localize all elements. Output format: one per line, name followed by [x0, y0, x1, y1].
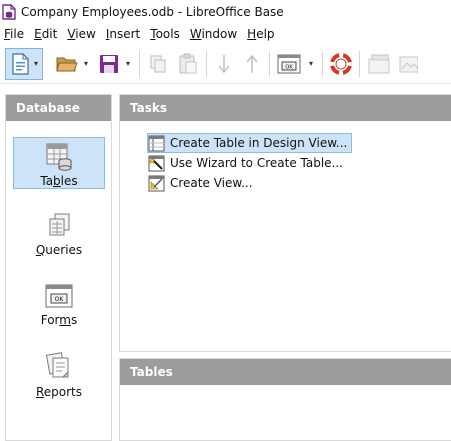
menu-file[interactable]: File: [0, 24, 29, 44]
tasks-panel-header: Tasks: [120, 95, 451, 121]
toolbar-separator: [269, 50, 270, 77]
image-button[interactable]: [398, 48, 418, 80]
window-title: Company Employees.odb - LibreOffice Base: [21, 5, 284, 19]
lifebuoy-icon: [330, 52, 352, 75]
reports-icon: [45, 352, 69, 378]
sidebar-item-tables[interactable]: Tables: [13, 137, 105, 189]
database-panel: Database Tables Queries OK Forms Reports: [5, 94, 112, 441]
tasks-panel: Tasks Create Table in Design View... Use…: [119, 94, 451, 352]
disabled-window-icon: [368, 54, 390, 73]
new-document-button[interactable]: ▾: [5, 47, 43, 80]
sidebar-item-queries[interactable]: Queries: [13, 207, 105, 259]
copy-icon: [150, 55, 166, 72]
svg-text:OK: OK: [55, 296, 65, 303]
forms-icon: OK: [45, 284, 73, 308]
menu-edit[interactable]: Edit: [29, 24, 62, 44]
sidebar-item-queries-label: Queries: [35, 243, 83, 257]
menu-insert[interactable]: Insert: [101, 24, 145, 44]
menu-bar: File Edit View Insert Tools Window Help: [0, 24, 451, 44]
tables-icon: [46, 143, 72, 171]
help-button[interactable]: [329, 48, 353, 80]
sidebar-item-tables-label: Tables: [40, 174, 78, 188]
form-dropdown-icon[interactable]: ▾: [306, 59, 316, 68]
toolbar-separator: [359, 50, 360, 77]
table-view-button[interactable]: [366, 48, 392, 80]
menu-view[interactable]: View: [62, 24, 100, 44]
sort-up-arrow-icon: [246, 54, 258, 73]
svg-text:OK: OK: [285, 64, 293, 70]
open-button[interactable]: [55, 48, 79, 80]
save-button[interactable]: [97, 48, 121, 80]
libreoffice-base-icon: [2, 4, 16, 20]
menu-tools[interactable]: Tools: [145, 24, 185, 44]
copy-button[interactable]: [146, 48, 170, 80]
task-use-wizard-create-table-label: Use Wizard to Create Table...: [170, 156, 343, 170]
form-ok-icon: OK: [277, 54, 301, 73]
tables-panel: Tables: [119, 358, 451, 441]
task-create-view[interactable]: Create View...: [148, 173, 352, 193]
open-dropdown-icon[interactable]: ▾: [81, 59, 91, 68]
queries-icon: [49, 213, 70, 236]
save-icon: [100, 54, 118, 73]
paste-icon: [179, 53, 197, 73]
new-document-icon: [12, 52, 29, 75]
toolbar-separator: [322, 50, 323, 77]
wizard-icon: [148, 155, 165, 171]
sidebar-item-forms-label: Forms: [40, 313, 78, 327]
standard-toolbar: ▾ ▾ ▾ OK ▾: [0, 44, 451, 84]
database-panel-header: Database: [6, 95, 111, 121]
paste-button[interactable]: [176, 48, 200, 80]
sidebar-item-reports[interactable]: Reports: [13, 347, 105, 399]
toolbar-separator: [206, 50, 207, 77]
table-design-icon: [148, 135, 165, 151]
open-folder-icon: [56, 57, 78, 71]
sidebar-item-forms[interactable]: OK Forms: [13, 277, 105, 329]
form-button[interactable]: OK: [276, 48, 302, 80]
menu-help[interactable]: Help: [242, 24, 279, 44]
title-bar: Company Employees.odb - LibreOffice Base: [0, 0, 451, 24]
create-view-icon: [148, 175, 165, 191]
sort-descending-button[interactable]: [241, 48, 263, 80]
toolbar-separator: [139, 50, 140, 77]
disabled-image-icon: [399, 56, 418, 72]
menu-window[interactable]: Window: [185, 24, 242, 44]
sidebar-item-reports-label: Reports: [35, 385, 83, 399]
task-create-table-design-view[interactable]: Create Table in Design View...: [147, 133, 353, 153]
task-list: Create Table in Design View... Use Wizar…: [147, 133, 353, 193]
main-area: Database Tables Queries OK Forms Reports…: [0, 84, 451, 441]
tables-panel-header: Tables: [120, 359, 451, 385]
new-document-dropdown-icon[interactable]: ▾: [31, 59, 41, 68]
task-create-view-label: Create View...: [170, 176, 253, 190]
sort-down-arrow-icon: [218, 54, 230, 73]
save-dropdown-icon[interactable]: ▾: [123, 59, 133, 68]
task-create-table-design-view-label: Create Table in Design View...: [170, 136, 348, 150]
sort-ascending-button[interactable]: [213, 48, 235, 80]
task-use-wizard-create-table[interactable]: Use Wizard to Create Table...: [148, 153, 352, 173]
